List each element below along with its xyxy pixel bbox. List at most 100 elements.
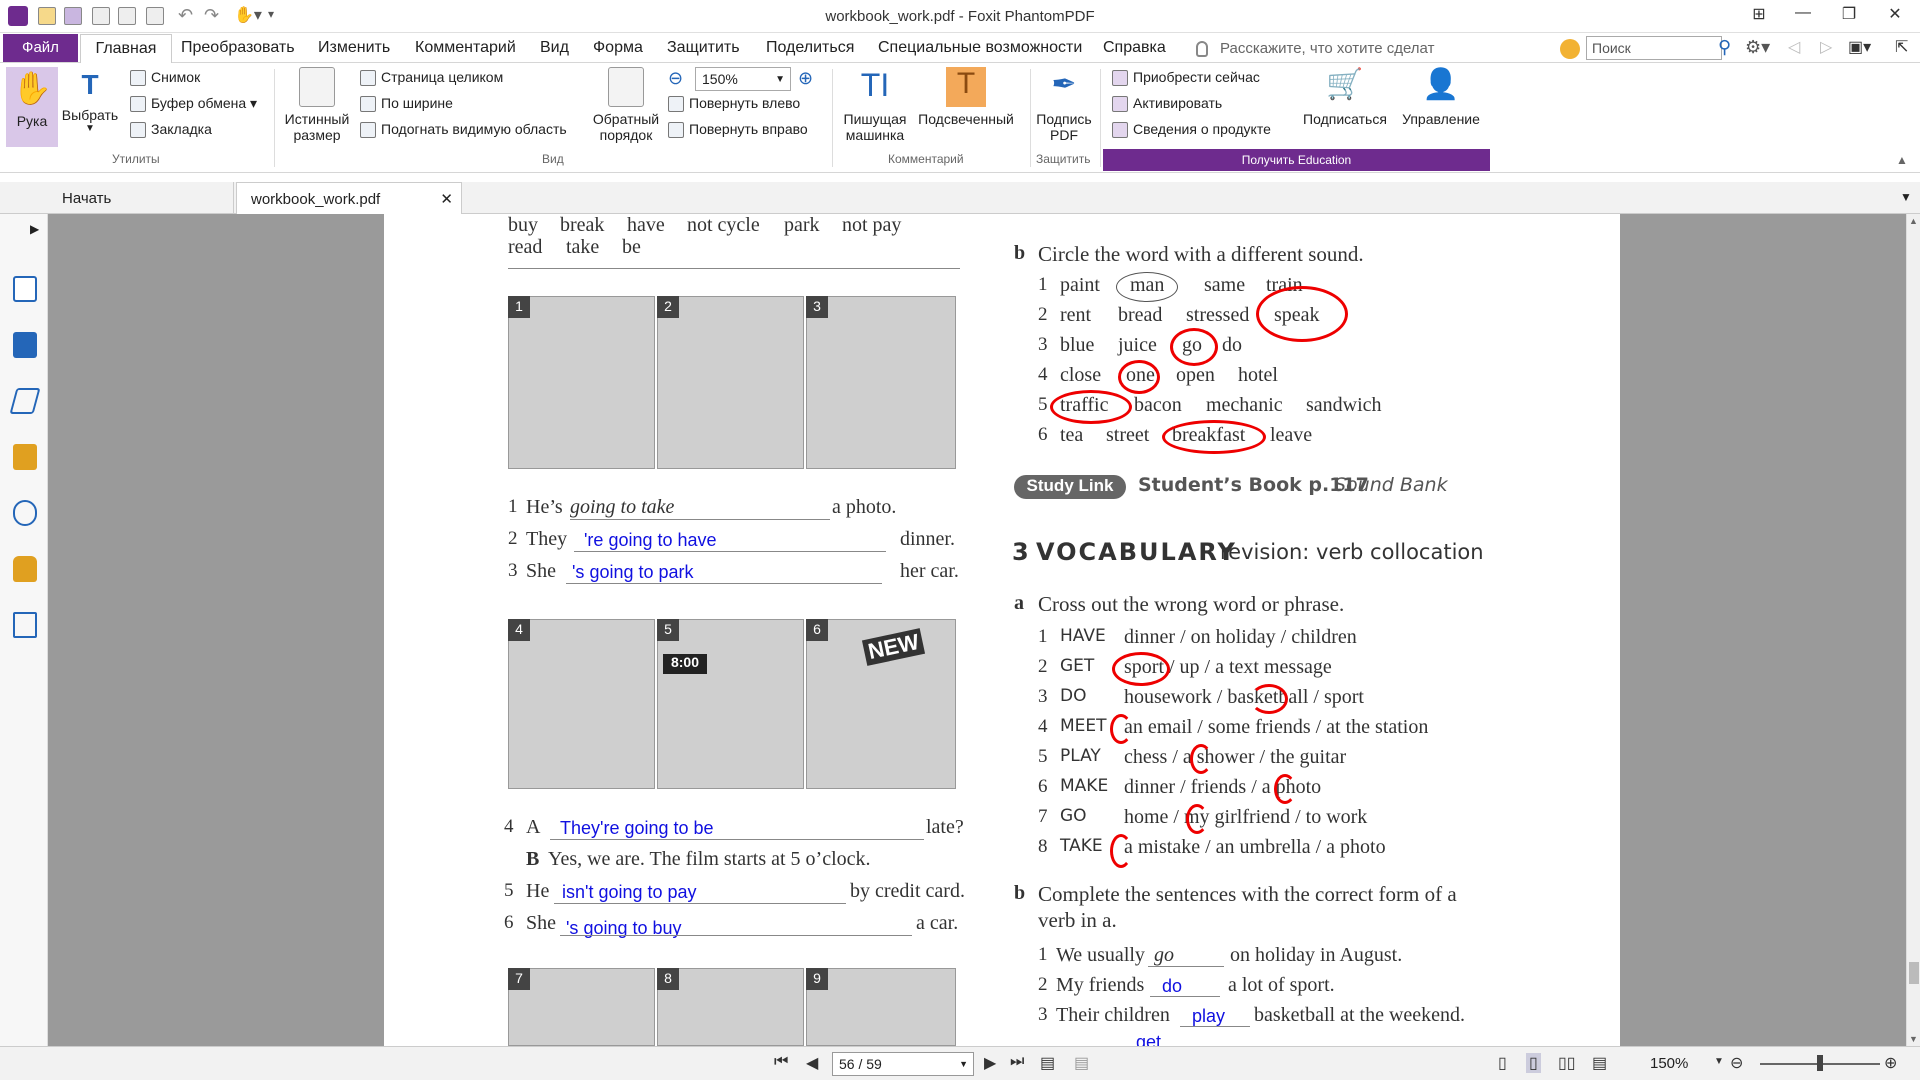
tab-home[interactable]: Главная <box>80 34 172 64</box>
collocation-options: chess / a shower / the guitar <box>1124 746 1347 768</box>
zoom-slider-handle[interactable] <box>1817 1055 1823 1071</box>
restore-button[interactable]: ❐ <box>1832 4 1866 28</box>
back-icon[interactable]: ◁ <box>1788 37 1800 57</box>
zoom-out-button[interactable]: ⊖ <box>1730 1053 1743 1073</box>
document-viewer[interactable]: buy break have not cycle park not pay re… <box>48 214 1906 1052</box>
tab-help[interactable]: Справка <box>1103 39 1166 57</box>
next-page-icon[interactable]: ▶ <box>984 1053 996 1073</box>
snapshot-button[interactable]: Снимок <box>130 69 200 87</box>
zoom-in-button[interactable]: ⊕ <box>1884 1053 1897 1073</box>
answer-field[interactable]: do <box>1162 976 1182 997</box>
pin-icon[interactable]: ⇱ <box>1895 37 1908 57</box>
layout-icon[interactable]: ⊞ <box>1742 4 1776 28</box>
reverse-order-button[interactable]: Обратный порядок <box>586 67 666 143</box>
single-page-icon[interactable]: ▯ <box>1498 1053 1507 1073</box>
zoom-out-icon[interactable]: ⊖ <box>668 68 683 89</box>
typewriter-button[interactable]: TI Пишущая машинка <box>838 67 912 143</box>
red-circle-annotation <box>1256 286 1348 342</box>
zoom-dropdown-icon[interactable]: ▼ <box>1714 1056 1724 1067</box>
manage-icon: 👤 <box>1422 68 1460 101</box>
tab-file[interactable]: Файл <box>3 34 78 62</box>
word-be: be <box>622 236 641 258</box>
hand-button[interactable]: ✋ Рука <box>6 67 58 147</box>
continuous-page-icon[interactable]: ▯ <box>1526 1053 1541 1073</box>
answer-field[interactable]: isn't going to pay <box>562 882 697 903</box>
scroll-down-icon[interactable]: ▼ <box>1909 1034 1918 1044</box>
fit-width-button[interactable]: По ширине <box>360 95 453 113</box>
minimize-button[interactable]: — <box>1786 4 1820 28</box>
zoom-select[interactable]: 150% ▼ <box>695 67 791 91</box>
highlight-button[interactable]: T Подсвеченный <box>914 67 1018 127</box>
forward-icon[interactable]: ▷ <box>1820 37 1832 57</box>
next-view-icon[interactable]: ▤ <box>1074 1053 1089 1073</box>
actual-size-button[interactable]: Истинный размер <box>280 67 354 143</box>
expand-panel-icon[interactable]: ▶ <box>30 222 39 236</box>
cart-icon <box>1112 70 1128 87</box>
tab-protect[interactable]: Защитить <box>667 39 740 57</box>
sentence-end: dinner. <box>900 528 955 550</box>
tab-edit[interactable]: Изменить <box>318 39 390 57</box>
select-button[interactable]: T Выбрать ▼ <box>60 69 120 134</box>
tab-start[interactable]: Начать <box>48 182 234 214</box>
sign-pdf-button[interactable]: ✒ Подпись PDF <box>1034 67 1094 143</box>
signatures-icon[interactable] <box>13 612 37 638</box>
tabs-dropdown-icon[interactable]: ▼ <box>1900 190 1912 204</box>
title-bar: ↶ ↷ ✋▾ ▾ workbook_work.pdf - Foxit Phant… <box>0 0 1920 33</box>
tab-form[interactable]: Форма <box>593 39 643 57</box>
facing-page-icon[interactable]: ▯▯ <box>1558 1053 1576 1073</box>
last-page-icon[interactable]: ⏭ <box>1010 1053 1024 1071</box>
collapse-ribbon-icon[interactable]: ▲ <box>1896 153 1908 167</box>
rotate-left-button[interactable]: Повернуть влево <box>668 95 800 113</box>
scroll-up-icon[interactable]: ▲ <box>1909 216 1918 226</box>
word-take: take <box>566 236 600 258</box>
close-tab-icon[interactable]: ✕ <box>440 190 453 208</box>
answer-field[interactable]: 're going to have <box>584 530 717 551</box>
row-number: 4 <box>1038 364 1048 385</box>
search-icon[interactable]: ⚲ <box>1718 37 1731 58</box>
security-icon[interactable] <box>13 556 37 582</box>
layers-icon[interactable] <box>9 388 41 414</box>
answer-field[interactable]: 's going to park <box>572 562 694 583</box>
bookmarks-icon[interactable] <box>13 276 37 302</box>
close-window-button[interactable]: ✕ <box>1878 4 1912 28</box>
tab-accessibility[interactable]: Специальные возможности <box>878 39 1082 57</box>
first-page-icon[interactable]: ⏮ <box>774 1053 788 1071</box>
foxit-account-icon[interactable] <box>1560 39 1580 59</box>
collocation-verb: MAKE <box>1060 776 1109 796</box>
page-number-input[interactable]: 56 / 59 ▼ <box>832 1052 974 1076</box>
continuous-facing-icon[interactable]: ▤ <box>1592 1053 1607 1073</box>
exercise-letter: b <box>1014 242 1026 264</box>
product-info-button[interactable]: Сведения о продукте <box>1112 121 1271 139</box>
pages-icon[interactable] <box>13 332 37 358</box>
tab-document[interactable]: workbook_work.pdf ✕ <box>236 182 462 214</box>
activate-button[interactable]: Активировать <box>1112 95 1222 113</box>
vertical-scrollbar[interactable]: ▲ ▼ <box>1906 214 1920 1046</box>
tab-comment[interactable]: Комментарий <box>415 39 516 57</box>
fit-visible-button[interactable]: Подогнать видимую область <box>360 121 567 139</box>
clipboard-button[interactable]: Буфер обмена ▾ <box>130 95 257 113</box>
tab-convert[interactable]: Преобразовать <box>181 39 295 57</box>
subscribe-button[interactable]: 🛒 Подписаться <box>1298 67 1392 127</box>
scroll-thumb[interactable] <box>1909 962 1919 984</box>
answer-field[interactable]: They're going to be <box>560 818 714 839</box>
comments-icon[interactable] <box>13 444 37 470</box>
rotate-right-button[interactable]: Повернуть вправо <box>668 121 808 139</box>
previous-page-icon[interactable]: ◀ <box>806 1053 818 1073</box>
settings-icon[interactable]: ⚙▾ <box>1745 37 1770 58</box>
education-banner[interactable]: Получить Education <box>1103 149 1490 171</box>
search-input[interactable]: Поиск <box>1586 36 1722 60</box>
tell-me-input[interactable]: Расскажите, что хотите сделат <box>1220 40 1434 57</box>
example-answer: go <box>1154 944 1174 966</box>
answer-field[interactable]: play <box>1192 1006 1225 1027</box>
bookmark-button[interactable]: Закладка <box>130 121 212 139</box>
zoom-level[interactable]: 150% <box>1650 1055 1688 1072</box>
zoom-in-icon[interactable]: ⊕ <box>798 68 813 89</box>
manage-button[interactable]: 👤 Управление <box>1396 67 1486 127</box>
previous-view-icon[interactable]: ▤ <box>1040 1053 1055 1073</box>
attachments-icon[interactable] <box>13 500 37 526</box>
buy-now-button[interactable]: Приобрести сейчас <box>1112 69 1260 87</box>
tab-view[interactable]: Вид <box>540 39 569 57</box>
tab-share[interactable]: Поделиться <box>766 39 854 57</box>
user-icon[interactable]: ▣▾ <box>1848 37 1871 57</box>
fit-page-button[interactable]: Страница целиком <box>360 69 503 87</box>
